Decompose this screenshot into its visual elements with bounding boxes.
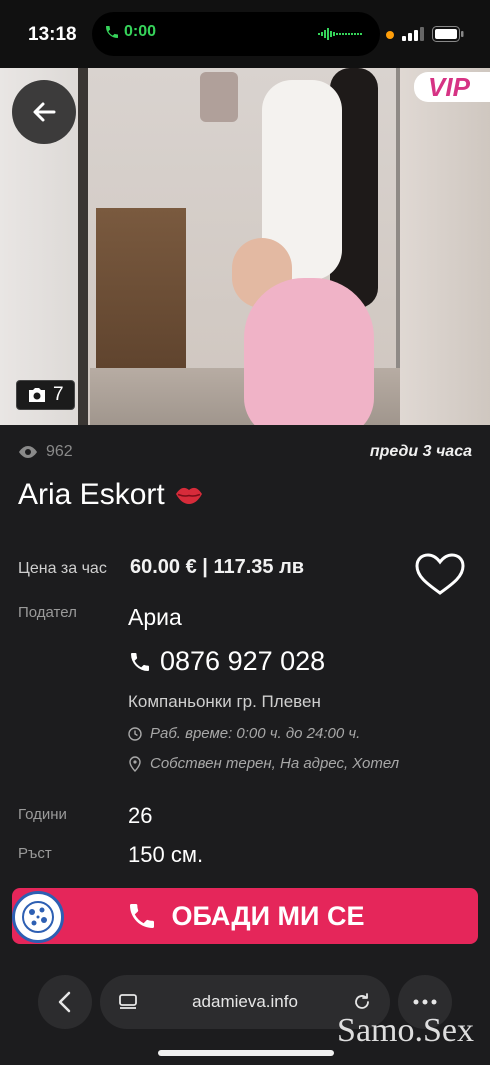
poster-label: Подател <box>18 604 77 621</box>
privacy-indicator <box>386 31 394 39</box>
chevron-left-icon <box>58 991 71 1013</box>
battery-icon <box>432 26 464 42</box>
status-bar: 13:18 0:00 <box>0 0 490 68</box>
eye-icon <box>19 446 37 458</box>
signal-icon <box>402 27 424 41</box>
posted-time: преди 3 часа <box>369 443 472 460</box>
phone-icon <box>129 904 154 928</box>
call-timer: 0:00 <box>124 23 157 40</box>
call-indicator[interactable]: 0:00 <box>104 23 156 41</box>
listing-title-text: Aria Eskort <box>18 478 165 511</box>
vip-badge: VIP <box>414 72 490 102</box>
age-label: Години <box>18 806 67 823</box>
more-dots-icon <box>413 999 437 1005</box>
listing-title: Aria Eskort <box>18 478 203 512</box>
cookie-settings-button[interactable] <box>12 891 64 943</box>
audio-wave-icon <box>318 28 362 40</box>
view-count-value: 962 <box>46 443 73 460</box>
phone-link[interactable]: 0876 927 028 <box>128 646 325 677</box>
location-text: Собствен терен, На адрес, Хотел <box>150 755 400 772</box>
camera-icon <box>29 388 45 402</box>
phone-icon <box>131 652 149 671</box>
location-pin-icon <box>129 755 141 772</box>
category-link[interactable]: Компаньонки гр. Плевен <box>128 692 321 712</box>
view-count: 962 <box>18 443 73 461</box>
working-hours-text: Раб. време: 0:00 ч. до 24:00 ч. <box>150 725 361 742</box>
clock-icon <box>128 726 142 741</box>
photo-count-badge[interactable]: 7 <box>16 380 75 410</box>
price-value: 60.00 € | 117.35 лв <box>130 556 305 578</box>
page-menu-icon[interactable] <box>118 993 138 1011</box>
height-label: Ръст <box>18 845 52 862</box>
home-indicator[interactable] <box>158 1050 334 1056</box>
poster-name: Ариа <box>128 604 182 630</box>
arrow-left-icon <box>33 102 56 122</box>
phone-number: 0876 927 028 <box>160 646 326 676</box>
favorite-heart-icon[interactable] <box>414 552 466 596</box>
working-hours: Раб. време: 0:00 ч. до 24:00 ч. <box>128 725 360 742</box>
price-label: Цена за час <box>18 560 107 577</box>
cookie-icon <box>22 901 54 933</box>
lips-icon <box>175 487 202 504</box>
browser-back-button[interactable] <box>38 975 92 1029</box>
age-value: 26 <box>128 803 153 828</box>
url-text: adamieva.info <box>192 992 298 1011</box>
call-me-button[interactable]: ОБАДИ МИ СЕ <box>12 888 478 944</box>
reload-icon[interactable] <box>352 992 372 1012</box>
photo-count: 7 <box>53 384 64 405</box>
phone-icon <box>106 26 118 38</box>
clock: 13:18 <box>28 24 77 45</box>
location: Собствен терен, На адрес, Хотел <box>128 755 399 772</box>
call-me-label: ОБАДИ МИ СЕ <box>171 900 365 931</box>
back-button[interactable] <box>12 80 76 144</box>
watermark: Samo.Sex <box>337 1012 474 1049</box>
height-value: 150 см. <box>128 842 204 867</box>
